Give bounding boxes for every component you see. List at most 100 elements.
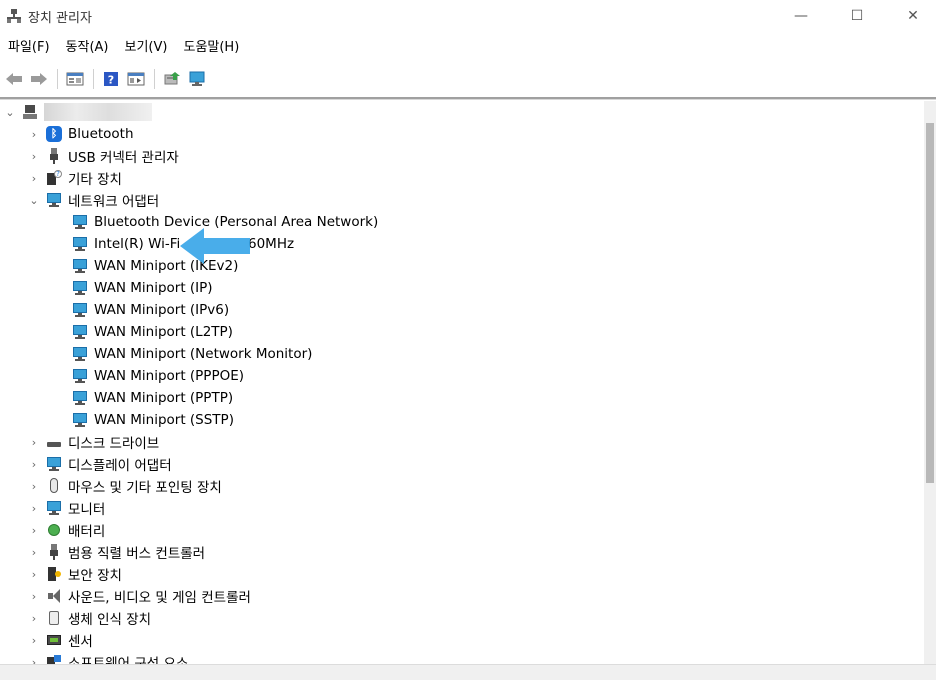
network-adapter-icon (72, 214, 88, 230)
view-icon[interactable] (124, 68, 148, 90)
network-adapter-icon (72, 324, 88, 340)
biometric-icon (46, 610, 62, 626)
properties-icon[interactable] (63, 68, 87, 90)
expand-toggle[interactable]: › (28, 590, 40, 603)
help-icon[interactable]: ? (99, 68, 123, 90)
device-manager-icon (7, 9, 21, 23)
maximize-button[interactable]: ☐ (834, 0, 880, 32)
network-adapter-item[interactable]: WAN Miniport (Network Monitor) (72, 343, 312, 365)
toolbar-separator (57, 69, 58, 89)
expand-toggle[interactable]: › (28, 524, 40, 537)
network-adapter-item[interactable]: WAN Miniport (IPv6) (72, 299, 229, 321)
network-adapter-item[interactable]: WAN Miniport (SSTP) (72, 409, 234, 431)
expand-toggle[interactable]: › (28, 436, 40, 449)
network-adapter-icon (72, 346, 88, 362)
other-devices-icon: ? (46, 170, 62, 186)
scrollbar-thumb[interactable] (926, 123, 934, 483)
toolbar-separator (154, 69, 155, 89)
network-adapter-icon (72, 280, 88, 296)
scan-hardware-icon[interactable] (185, 68, 209, 90)
expand-toggle[interactable]: ⌄ (28, 194, 40, 207)
device-label: WAN Miniport (IP) (94, 280, 213, 296)
category-label: USB 커넥터 관리자 (68, 150, 179, 166)
title-bar: 장치 관리자 — ☐ ✕ (0, 0, 936, 32)
category-disk-drives[interactable]: › 디스크 드라이브 (28, 431, 159, 453)
expand-toggle[interactable]: › (28, 502, 40, 515)
toolbar-separator (93, 69, 94, 89)
network-adapter-item[interactable]: WAN Miniport (IP) (72, 277, 213, 299)
device-label: WAN Miniport (IPv6) (94, 302, 230, 318)
network-adapter-item[interactable]: WAN Miniport (PPPOE) (72, 365, 244, 387)
battery-icon (46, 522, 62, 538)
display-adapter-icon (46, 456, 62, 472)
expand-toggle[interactable]: ⌄ (4, 106, 16, 119)
category-label: Bluetooth (68, 126, 134, 142)
device-label-suffix: 60MHz (248, 236, 295, 252)
usb-icon (46, 148, 62, 164)
minimize-button[interactable]: — (778, 0, 824, 32)
expand-toggle[interactable]: › (28, 150, 40, 163)
expand-toggle[interactable]: › (28, 656, 40, 665)
close-button[interactable]: ✕ (890, 0, 936, 32)
menu-action[interactable]: 동작(A) (58, 36, 117, 60)
forward-arrow-icon[interactable] (27, 68, 51, 90)
category-label: 생체 인식 장치 (68, 612, 152, 628)
expand-toggle[interactable]: › (28, 458, 40, 471)
expand-toggle[interactable]: › (28, 568, 40, 581)
category-bluetooth[interactable]: › ᛒ Bluetooth (28, 123, 134, 145)
bluetooth-icon: ᛒ (46, 126, 62, 142)
usb-controller-icon (46, 544, 62, 560)
category-biometric[interactable]: › 생체 인식 장치 (28, 607, 151, 629)
sensor-icon (46, 632, 62, 648)
category-label: 디스크 드라이브 (68, 436, 160, 452)
monitor-icon (46, 500, 62, 516)
category-label: 모니터 (68, 502, 106, 518)
network-adapter-item[interactable]: WAN Miniport (L2TP) (72, 321, 233, 343)
update-driver-icon[interactable] (160, 68, 184, 90)
category-monitors[interactable]: › 모니터 (28, 497, 105, 519)
expand-toggle[interactable]: › (28, 612, 40, 625)
disk-drive-icon (46, 434, 62, 450)
menu-file[interactable]: 파일(F) (0, 36, 58, 60)
expand-toggle[interactable]: › (28, 128, 40, 141)
category-batteries[interactable]: › 배터리 (28, 519, 105, 541)
network-adapter-icon (72, 412, 88, 428)
expand-toggle[interactable]: › (28, 172, 40, 185)
menu-view[interactable]: 보기(V) (117, 36, 176, 60)
category-display-adapters[interactable]: › 디스플레이 어댑터 (28, 453, 172, 475)
network-adapter-icon (46, 192, 62, 208)
expand-toggle[interactable]: › (28, 546, 40, 559)
network-adapter-item[interactable]: WAN Miniport (PPTP) (72, 387, 233, 409)
category-usb-connector-manager[interactable]: › USB 커넥터 관리자 (28, 145, 179, 167)
network-adapter-icon (72, 368, 88, 384)
vertical-scrollbar[interactable] (924, 101, 936, 664)
security-device-icon (46, 566, 62, 582)
menu-help[interactable]: 도움말(H) (175, 36, 247, 60)
category-label: 범용 직렬 버스 컨트롤러 (68, 546, 206, 562)
category-software-components[interactable]: › 소프트웨어 구성 요소 (28, 651, 188, 664)
category-label: 마우스 및 기타 포인팅 장치 (68, 480, 222, 496)
device-label: WAN Miniport (PPPOE) (94, 368, 245, 384)
category-label: 기타 장치 (68, 172, 122, 188)
network-adapter-item[interactable]: Intel(R) Wi-Fi 60MHz (72, 233, 294, 255)
category-sensors[interactable]: › 센서 (28, 629, 93, 651)
mouse-icon (46, 478, 62, 494)
expand-toggle[interactable]: › (28, 480, 40, 493)
back-arrow-icon[interactable] (2, 68, 26, 90)
category-security-devices[interactable]: › 보안 장치 (28, 563, 122, 585)
highlight-arrow-icon (180, 228, 250, 264)
category-label: 배터리 (68, 524, 106, 540)
tree-root[interactable]: ⌄ (4, 101, 152, 123)
category-sound-video-game[interactable]: › 사운드, 비디오 및 게임 컨트롤러 (28, 585, 251, 607)
computer-icon (22, 104, 38, 120)
device-label: WAN Miniport (SSTP) (94, 412, 234, 428)
status-bar (0, 664, 936, 680)
category-mouse[interactable]: › 마우스 및 기타 포인팅 장치 (28, 475, 222, 497)
toolbar: ? (0, 64, 936, 94)
network-adapter-icon (72, 390, 88, 406)
category-other-devices[interactable]: › ? 기타 장치 (28, 167, 122, 189)
expand-toggle[interactable]: › (28, 634, 40, 647)
category-network-adapters[interactable]: ⌄ 네트워크 어댑터 (28, 189, 159, 211)
category-usb-controllers[interactable]: › 범용 직렬 버스 컨트롤러 (28, 541, 205, 563)
device-label: WAN Miniport (L2TP) (94, 324, 233, 340)
